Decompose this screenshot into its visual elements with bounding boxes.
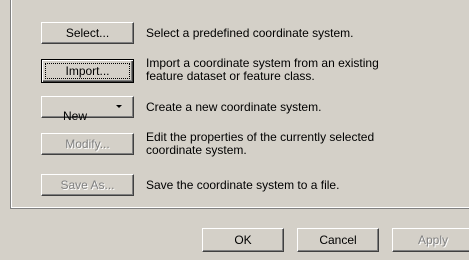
ok-button[interactable]: OK <box>202 228 284 252</box>
coordinate-system-dialog: { "actions": [ {"id": "select", "button_… <box>0 0 469 260</box>
cancel-button[interactable]: Cancel <box>297 228 379 252</box>
modify-button-label: Modify... <box>65 137 110 151</box>
import-button[interactable]: Import... <box>41 59 134 83</box>
modify-button[interactable]: Modify... <box>41 133 134 155</box>
ok-button-label: OK <box>234 233 252 247</box>
save-as-description-line-1: Save the coordinate system to a file. <box>146 178 340 192</box>
select-description-line-1: Select a predefined coordinate system. <box>146 26 354 40</box>
import-description: Import a coordinate system from an exist… <box>146 57 379 83</box>
save-as-description: Save the coordinate system to a file. <box>146 179 339 192</box>
import-focus-ring: Import... <box>45 63 130 79</box>
save-as-button-label: Save As... <box>60 178 115 192</box>
modify-description-line-2: coordinate system. <box>146 143 247 157</box>
new-dropdown-button[interactable]: New <box>41 96 134 123</box>
apply-button[interactable]: Apply <box>392 228 469 252</box>
new-description: Create a new coordinate system. <box>146 101 321 114</box>
apply-button-label: Apply <box>417 233 449 247</box>
new-button-label: New <box>62 109 87 123</box>
cancel-button-label: Cancel <box>319 233 357 247</box>
select-button-label: Select... <box>65 26 110 40</box>
new-description-line-1: Create a new coordinate system. <box>146 100 322 114</box>
select-description: Select a predefined coordinate system. <box>146 27 353 40</box>
chevron-down-icon <box>116 105 122 108</box>
modify-description: Edit the properties of the currently sel… <box>146 131 374 157</box>
import-button-label: Import... <box>65 64 110 78</box>
import-description-line-2: feature dataset or feature class. <box>146 69 315 83</box>
save-as-button[interactable]: Save As... <box>41 174 134 196</box>
select-button[interactable]: Select... <box>41 22 134 44</box>
